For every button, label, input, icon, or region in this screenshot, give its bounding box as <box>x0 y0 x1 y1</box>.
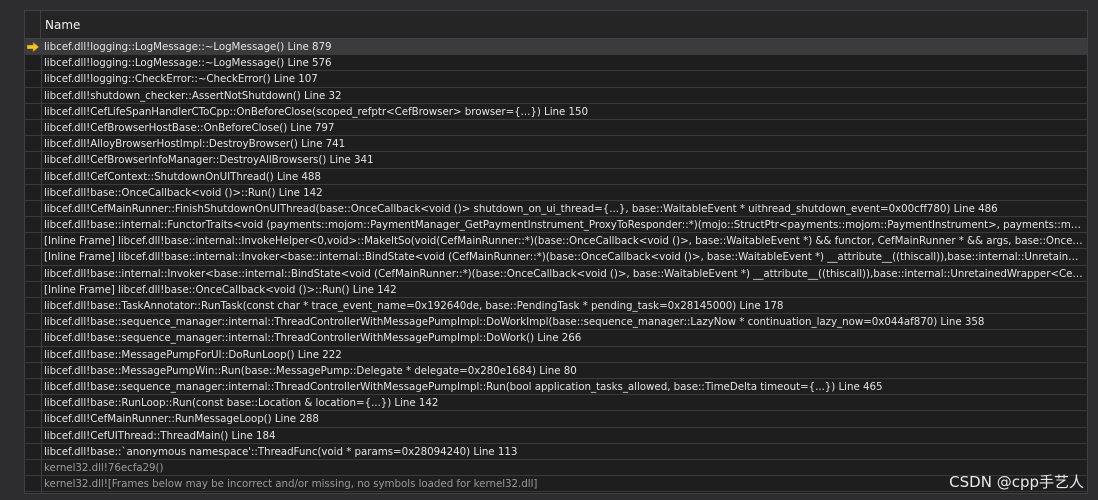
frame-marker <box>25 476 41 491</box>
frame-marker <box>25 379 41 394</box>
stack-frame-text: libcef.dll!base::sequence_manager::inter… <box>44 380 883 393</box>
stack-frame-row[interactable]: libcef.dll!base::`anonymous namespace'::… <box>25 444 1087 460</box>
stack-frame-text: libcef.dll!logging::CheckError::~CheckEr… <box>44 73 318 86</box>
stack-frame-row[interactable]: libcef.dll!base::MessagePumpWin::Run(bas… <box>25 363 1087 379</box>
stack-frame-row[interactable]: [Inline Frame] libcef.dll!base::OnceCall… <box>25 282 1087 298</box>
stack-frame-text: libcef.dll!CefLifeSpanHandlerCToCpp::OnB… <box>44 105 589 118</box>
frame-marker <box>25 249 41 264</box>
stack-frame-text: libcef.dll!base::internal::FunctorTraits… <box>44 219 1083 232</box>
watermark: CSDN @cpp手艺人 <box>949 473 1084 491</box>
frame-marker <box>25 71 41 86</box>
stack-frame-text: libcef.dll!base::`anonymous namespace'::… <box>44 445 518 458</box>
call-stack-window: Name libcef.dll!logging::LogMessage::~Lo… <box>0 0 1098 500</box>
frame-marker <box>25 460 41 475</box>
stack-frame-row[interactable]: libcef.dll!AlloyBrowserHostImpl::Destroy… <box>25 136 1087 153</box>
stack-frame-row[interactable]: [Inline Frame] libcef.dll!base::internal… <box>25 249 1087 266</box>
stack-frame-text: [Inline Frame] libcef.dll!base::internal… <box>44 251 1083 264</box>
frame-marker <box>25 444 41 459</box>
stack-frame-text: libcef.dll!base::MessagePumpWin::Run(bas… <box>44 364 577 377</box>
stack-frame-row[interactable]: libcef.dll!CefBrowserInfoManager::Destro… <box>25 152 1087 169</box>
stack-frame-row[interactable]: libcef.dll!base::sequence_manager::inter… <box>25 379 1087 396</box>
stack-frame-row[interactable]: [Inline Frame] libcef.dll!base::internal… <box>25 233 1087 250</box>
stack-frame-row[interactable]: libcef.dll!base::TaskAnnotator::RunTask(… <box>25 298 1087 315</box>
stack-frame-text: libcef.dll!AlloyBrowserHostImpl::Destroy… <box>44 138 346 151</box>
stack-frame-row[interactable]: kernel32.dll![Frames below may be incorr… <box>25 476 1087 493</box>
stack-frame-row[interactable]: libcef.dll!base::OnceCallback<void ()>::… <box>25 185 1087 201</box>
stack-frame-text: libcef.dll!base::sequence_manager::inter… <box>44 316 985 329</box>
frame-marker <box>25 217 41 232</box>
frame-marker <box>25 88 41 103</box>
stack-frame-text: libcef.dll!base::sequence_manager::inter… <box>44 332 582 345</box>
frame-marker <box>25 152 41 167</box>
frame-marker <box>25 104 41 119</box>
stack-frame-text: libcef.dll!logging::LogMessage::~LogMess… <box>44 41 332 53</box>
frame-marker <box>25 298 41 313</box>
stack-frame-row[interactable]: libcef.dll!logging::CheckError::~CheckEr… <box>25 71 1087 88</box>
stack-frame-text: libcef.dll!base::TaskAnnotator::RunTask(… <box>44 300 784 312</box>
stack-frame-row[interactable]: libcef.dll!CefMainRunner::RunMessageLoop… <box>25 411 1087 428</box>
stack-frame-row[interactable]: libcef.dll!base::sequence_manager::inter… <box>25 330 1087 347</box>
stack-frame-text: libcef.dll!CefUIThread::ThreadMain() Lin… <box>44 429 276 442</box>
current-frame-arrow-icon <box>25 39 41 54</box>
frame-marker <box>25 201 41 216</box>
call-stack-list: libcef.dll!logging::LogMessage::~LogMess… <box>25 39 1087 493</box>
stack-frame-text: libcef.dll!base::internal::Invoker<base:… <box>44 267 1083 280</box>
stack-frame-text: kernel32.dll![Frames below may be incorr… <box>44 478 538 491</box>
stack-frame-row[interactable]: libcef.dll!base::internal::Invoker<base:… <box>25 266 1087 282</box>
stack-frame-text: libcef.dll!CefMainRunner::FinishShutdown… <box>44 202 998 215</box>
frame-marker <box>25 330 41 345</box>
stack-frame-text: libcef.dll!logging::LogMessage::~LogMess… <box>44 57 332 70</box>
stack-frame-row[interactable]: libcef.dll!base::sequence_manager::inter… <box>25 314 1087 331</box>
stack-frame-row[interactable]: libcef.dll!base::MessagePumpForUI::DoRun… <box>25 347 1087 363</box>
stack-frame-row[interactable]: libcef.dll!logging::LogMessage::~LogMess… <box>25 55 1087 72</box>
frame-marker <box>25 169 41 184</box>
frame-marker <box>25 136 41 151</box>
frame-marker <box>25 185 41 200</box>
marker-column-header <box>25 11 41 38</box>
stack-frame-text: libcef.dll!base::RunLoop::Run(const base… <box>44 397 439 410</box>
frame-marker <box>25 282 41 297</box>
frame-marker <box>25 411 41 426</box>
stack-frame-row[interactable]: libcef.dll!CefMainRunner::FinishShutdown… <box>25 201 1087 218</box>
stack-frame-text: libcef.dll!CefBrowserInfoManager::Destro… <box>44 154 374 167</box>
stack-frame-text: libcef.dll!CefContext::ShutdownOnUIThrea… <box>44 170 321 183</box>
frame-marker <box>25 120 41 135</box>
stack-frame-row[interactable]: libcef.dll!base::internal::FunctorTraits… <box>25 217 1087 234</box>
stack-frame-text: libcef.dll!shutdown_checker::AssertNotSh… <box>44 89 342 102</box>
stack-frame-row[interactable]: libcef.dll!CefContext::ShutdownOnUIThrea… <box>25 169 1087 185</box>
frame-marker <box>25 428 41 443</box>
stack-frame-text: libcef.dll!base::OnceCallback<void ()>::… <box>44 186 323 199</box>
stack-frame-row[interactable]: kernel32.dll!76ecfa29() <box>25 460 1087 477</box>
frame-marker <box>25 395 41 410</box>
stack-frame-row[interactable]: libcef.dll!shutdown_checker::AssertNotSh… <box>25 88 1087 104</box>
frame-marker <box>25 347 41 362</box>
frame-marker <box>25 314 41 329</box>
frame-marker <box>25 363 41 378</box>
stack-frame-text: libcef.dll!CefMainRunner::RunMessageLoop… <box>44 413 319 426</box>
stack-frame-row[interactable]: libcef.dll!base::RunLoop::Run(const base… <box>25 395 1087 412</box>
stack-frame-text: libcef.dll!CefBrowserHostBase::OnBeforeC… <box>44 121 335 134</box>
stack-frame-row[interactable]: libcef.dll!CefBrowserHostBase::OnBeforeC… <box>25 120 1087 137</box>
stack-frame-text: kernel32.dll!76ecfa29() <box>44 461 164 474</box>
frame-marker <box>25 55 41 70</box>
column-header: Name <box>25 11 1087 39</box>
name-column-header[interactable]: Name <box>45 18 80 32</box>
stack-frame-text: [Inline Frame] libcef.dll!base::OnceCall… <box>44 283 397 296</box>
stack-frame-row[interactable]: libcef.dll!logging::LogMessage::~LogMess… <box>25 39 1087 56</box>
stack-frame-text: libcef.dll!base::MessagePumpForUI::DoRun… <box>44 348 342 361</box>
frame-marker <box>25 233 41 248</box>
stack-frame-text: [Inline Frame] libcef.dll!base::internal… <box>44 235 1083 248</box>
frame-marker <box>25 266 41 281</box>
stack-frame-row[interactable]: libcef.dll!CefUIThread::ThreadMain() Lin… <box>25 428 1087 444</box>
call-stack-panel: Name libcef.dll!logging::LogMessage::~Lo… <box>24 10 1088 494</box>
stack-frame-row[interactable]: libcef.dll!CefLifeSpanHandlerCToCpp::OnB… <box>25 104 1087 120</box>
